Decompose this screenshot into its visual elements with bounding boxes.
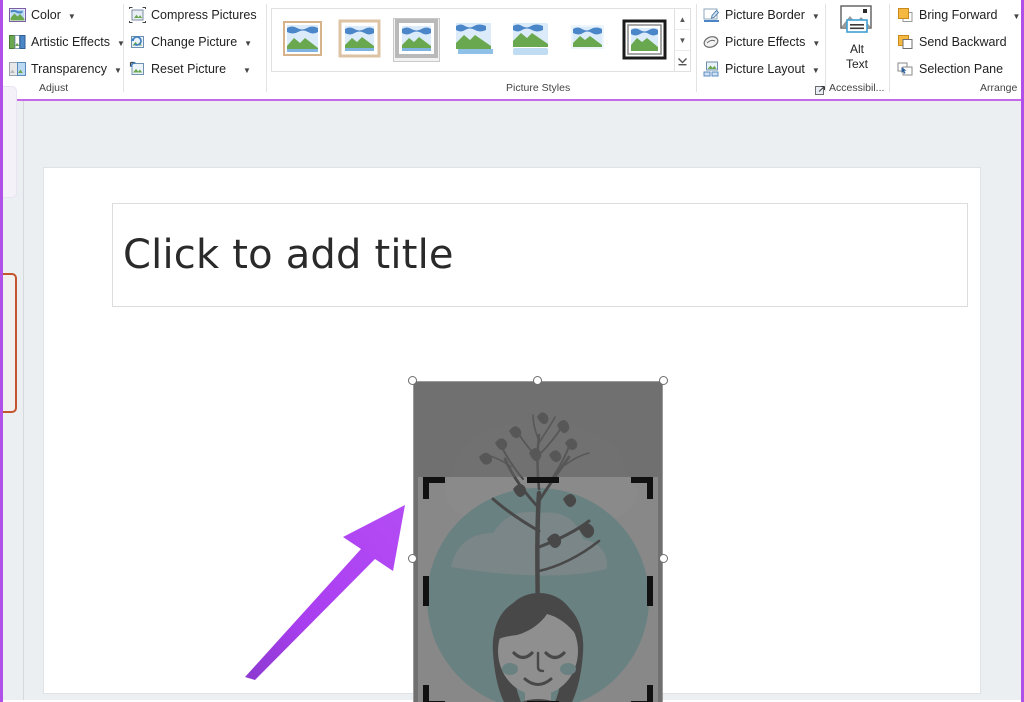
picture-style-option[interactable] (508, 19, 553, 61)
picture-border-button[interactable]: Picture Border ▼ (703, 4, 820, 26)
reset-picture-icon (129, 61, 146, 77)
picture-border-icon (703, 7, 720, 23)
picture-layout-button[interactable]: Picture Layout ▼ (703, 58, 820, 80)
color-button-label: Color (31, 8, 61, 22)
compress-pictures-button[interactable]: Compress Pictures (129, 4, 257, 26)
crop-handle-top-left[interactable] (423, 477, 445, 499)
picture-style-option[interactable] (337, 19, 382, 61)
picture-effects-icon (703, 34, 720, 50)
send-backward-button-label: Send Backward (919, 35, 1007, 49)
transparency-button[interactable]: Transparency ▼ (9, 58, 122, 80)
picture-border-button-label: Picture Border (725, 8, 805, 22)
reset-picture-button[interactable]: Reset Picture ▼ (129, 58, 251, 80)
alt-text-button[interactable]: Alt Text (834, 4, 880, 76)
change-picture-button[interactable]: Change Picture ▼ (129, 31, 252, 53)
purple-pointer-arrow (239, 493, 419, 683)
alt-text-icon (837, 4, 877, 42)
group-divider (266, 4, 267, 92)
editing-workspace: Click to add title (3, 86, 1021, 702)
group-divider (825, 4, 826, 92)
send-backward-icon (897, 34, 914, 50)
group-label-picture-styles: Picture Styles (506, 82, 571, 94)
reset-picture-button-label: Reset Picture (151, 62, 227, 76)
selection-pane-button[interactable]: Selection Pane (897, 58, 1003, 80)
resize-handle-top-left[interactable] (408, 376, 417, 385)
artistic-effects-button[interactable]: Artistic Effects ▼ (9, 31, 125, 53)
color-button[interactable]: Color ▼ (9, 4, 76, 26)
picture-style-option[interactable] (565, 19, 610, 61)
title-placeholder-text: Click to add title (123, 232, 454, 278)
resize-handle-top-center[interactable] (533, 376, 542, 385)
app-window: Color ▼ Artistic Effects ▼ Transparency … (0, 0, 1024, 702)
resize-handle-top-right[interactable] (659, 376, 668, 385)
group-divider (696, 4, 697, 92)
chevron-down-icon[interactable]: ▼ (812, 12, 820, 21)
picture-effects-button[interactable]: Picture Effects ▼ (703, 31, 820, 53)
chevron-down-icon[interactable]: ▼ (117, 39, 125, 48)
chevron-down-icon[interactable]: ▼ (1013, 12, 1021, 21)
gallery-scroll-down-icon[interactable]: ▼ (675, 30, 690, 51)
crop-handle-top-center[interactable] (527, 477, 559, 483)
crop-handle-top-right[interactable] (631, 477, 653, 499)
transparency-icon (9, 61, 26, 77)
group-divider (889, 4, 890, 92)
slide-thumbnail-selected[interactable] (3, 273, 17, 413)
send-backward-button[interactable]: Send Backward ▼ (897, 31, 1021, 53)
chevron-down-icon[interactable]: ▼ (1020, 39, 1021, 48)
resize-handle-middle-left[interactable] (408, 554, 417, 563)
change-picture-icon (129, 34, 146, 50)
crop-handle-bottom-right[interactable] (631, 685, 653, 702)
change-picture-button-label: Change Picture (151, 35, 238, 49)
picture-effects-button-label: Picture Effects (725, 35, 806, 49)
group-label-arrange: Arrange (980, 82, 1018, 94)
crop-handle-bottom-left[interactable] (423, 685, 445, 702)
picture-layout-icon (703, 61, 720, 77)
alt-text-label-line1: Alt (849, 42, 864, 56)
transparency-button-label: Transparency (31, 62, 107, 76)
dialog-launcher-icon[interactable] (815, 83, 826, 95)
resize-handle-middle-right[interactable] (659, 554, 668, 563)
chevron-down-icon[interactable]: ▼ (68, 12, 76, 21)
slide-thumbnail[interactable] (3, 86, 17, 198)
bring-forward-button[interactable]: Bring Forward ▼ (897, 4, 1020, 26)
artistic-effects-icon (9, 34, 26, 50)
picture-style-option[interactable] (622, 19, 667, 61)
picture-content[interactable] (413, 381, 663, 702)
chevron-down-icon[interactable]: ▼ (114, 66, 122, 75)
chevron-down-icon[interactable]: ▼ (243, 66, 251, 75)
alt-text-label-line2: Text (845, 57, 868, 71)
color-picture-icon (9, 7, 26, 23)
crop-handle-middle-left[interactable] (423, 576, 429, 606)
group-label-accessibility: Accessibil... (829, 82, 885, 94)
compress-pictures-icon (129, 7, 146, 23)
bring-forward-button-label: Bring Forward (919, 8, 998, 22)
gallery-scroll-up-icon[interactable]: ▲ (675, 9, 690, 30)
chevron-down-icon[interactable]: ▼ (244, 39, 252, 48)
bring-forward-icon (897, 7, 914, 23)
crop-handle-middle-right[interactable] (647, 576, 653, 606)
picture-style-option-selected[interactable] (393, 18, 440, 62)
slide-thumbnail-pane[interactable] (3, 86, 24, 700)
group-label-adjust: Adjust (39, 82, 69, 94)
picture-styles-scroll-controls[interactable]: ▲ ▼ (675, 8, 691, 72)
selection-pane-icon (897, 61, 914, 77)
selection-pane-button-label: Selection Pane (919, 62, 1004, 76)
artistic-effects-button-label: Artistic Effects (31, 35, 110, 49)
compress-pictures-button-label: Compress Pictures (151, 8, 257, 22)
chevron-down-icon[interactable]: ▼ (812, 66, 820, 75)
picture-style-option[interactable] (280, 19, 325, 61)
gallery-more-icon[interactable] (675, 51, 690, 72)
picture-artwork (413, 381, 663, 702)
picture-styles-gallery[interactable] (271, 8, 675, 72)
selected-picture[interactable] (408, 376, 668, 702)
chevron-down-icon[interactable]: ▼ (812, 39, 820, 48)
title-placeholder[interactable]: Click to add title (112, 203, 968, 307)
picture-format-ribbon: Color ▼ Artistic Effects ▼ Transparency … (3, 0, 1021, 101)
picture-layout-button-label: Picture Layout (725, 62, 805, 76)
picture-style-option[interactable] (451, 19, 496, 61)
